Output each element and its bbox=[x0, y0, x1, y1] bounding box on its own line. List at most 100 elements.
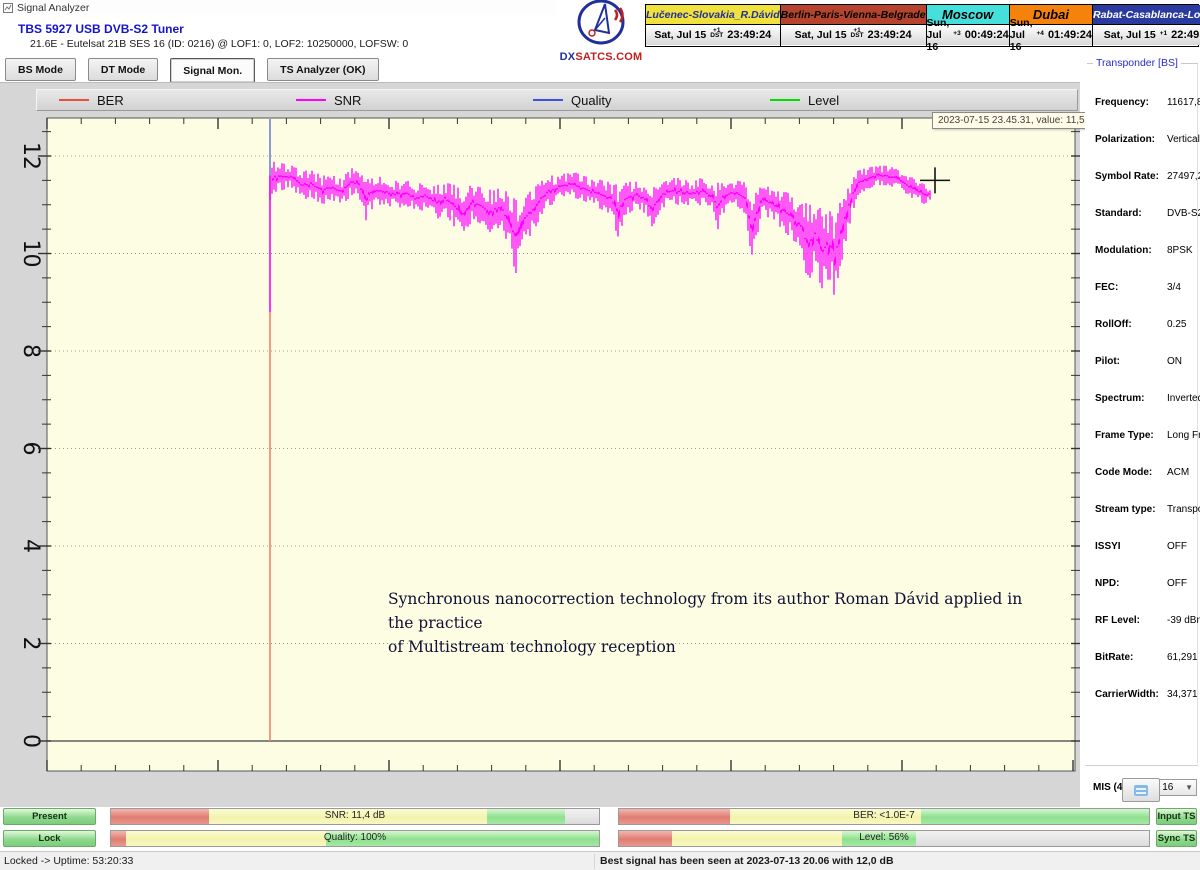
snr-chart[interactable]: 024681012 bbox=[0, 83, 1080, 807]
tp-field-label: Frequency: bbox=[1095, 97, 1167, 108]
tp-field-10: Code Mode:ACM bbox=[1095, 467, 1197, 481]
tp-field-value: ACM bbox=[1167, 467, 1189, 478]
clock-time: 23:49:24 bbox=[868, 29, 912, 41]
tp-field-value: 8PSK bbox=[1167, 245, 1193, 256]
stream-info-button[interactable] bbox=[1122, 778, 1160, 802]
clock-3: DubaiSun, Jul 16+401:49:24 bbox=[1010, 5, 1093, 46]
tp-field-2: Symbol Rate:27497,264 KS/s bbox=[1095, 171, 1197, 185]
bar-text: Quality: 100% bbox=[111, 832, 599, 843]
chart-tooltip: 2023-07-15 23.45.31, value: 11,5 bbox=[932, 112, 1091, 129]
clock-city: Rabat-Casablanca-London bbox=[1093, 5, 1200, 25]
snr-bar: SNR: 11,4 dB bbox=[110, 808, 600, 825]
tab-signal-mon-[interactable]: Signal Mon. bbox=[170, 58, 255, 83]
tp-field-12: ISSYIOFF bbox=[1095, 541, 1197, 555]
tab-dt-mode[interactable]: DT Mode bbox=[88, 58, 158, 81]
tab-ts-analyzer-ok-[interactable]: TS Analyzer (OK) bbox=[267, 58, 378, 81]
clock-0: Lučenec-Slovakia_R.DávidSat, Jul 15+1DST… bbox=[646, 5, 781, 46]
lock-button[interactable]: Lock bbox=[3, 830, 96, 847]
tuner-title: TBS 5927 USB DVB-S2 Tuner bbox=[18, 22, 184, 36]
tab-bs-mode[interactable]: BS Mode bbox=[5, 58, 76, 81]
status-bar: Locked -> Uptime: 53:20:33 Best signal h… bbox=[0, 851, 1200, 870]
tp-field-7: Pilot:ON bbox=[1095, 356, 1197, 370]
clock-date: Sun, Jul 16 bbox=[927, 17, 950, 53]
world-clocks: Lučenec-Slovakia_R.Dávid Sat, Jul 15 +1DST… bbox=[645, 4, 1199, 47]
clock-time-row: Sat, Jul 15 +1DST 23:49:24 bbox=[781, 25, 926, 45]
mis-select[interactable]: 16 ▼ bbox=[1158, 779, 1197, 796]
tp-field-1: Polarization:Vertical bbox=[1095, 134, 1197, 148]
panel-separator bbox=[1085, 765, 1198, 766]
level-bar: Level: 56% bbox=[618, 830, 1150, 847]
tp-field-label: Symbol Rate: bbox=[1095, 171, 1167, 182]
tp-field-label: NPD: bbox=[1095, 578, 1167, 589]
bar-text: Level: 56% bbox=[619, 832, 1149, 843]
sync-ts-button[interactable]: Sync TS bbox=[1156, 830, 1197, 847]
transponder-group-title: Transponder [BS] bbox=[1093, 57, 1181, 69]
clock-utc-offset: +1 bbox=[1160, 31, 1167, 36]
tp-field-3: Standard:DVB-S2 bbox=[1095, 208, 1197, 222]
clock-date: Sat, Jul 15 bbox=[654, 29, 706, 41]
clock-time: 23:49:24 bbox=[727, 29, 771, 41]
present-button[interactable]: Present bbox=[3, 808, 96, 825]
meter-row-2: Lock Quality: 100% Level: 56% Sync TS bbox=[0, 830, 1200, 849]
clock-time-row: Sun, Jul 16+300:49:24 bbox=[927, 25, 1009, 45]
clock-date: Sat, Jul 15 bbox=[1104, 29, 1156, 41]
window-title: Signal Analyzer bbox=[17, 2, 89, 14]
best-signal-status: Best signal has been seen at 2023-07-13 … bbox=[600, 855, 894, 867]
input-ts-button[interactable]: Input TS bbox=[1156, 808, 1197, 825]
signal-analyzer-window: Signal Analyzer TBS 5927 USB DVB-S2 Tune… bbox=[0, 0, 1200, 870]
transponder-panel: Transponder [BS] Frequency:11617,840 MHz… bbox=[1085, 55, 1200, 767]
tp-field-value: Inverted bbox=[1167, 393, 1200, 404]
tp-field-label: FEC: bbox=[1095, 282, 1167, 293]
tp-field-label: CarrierWidth: bbox=[1095, 689, 1167, 700]
tp-field-value: OFF bbox=[1167, 578, 1187, 589]
tp-field-6: RollOff:0.25 bbox=[1095, 319, 1197, 333]
tp-field-0: Frequency:11617,840 MHz bbox=[1095, 97, 1197, 111]
tp-field-value: 61,291 Mbit/s bbox=[1167, 652, 1200, 663]
tp-field-value: 11617,840 MHz bbox=[1167, 97, 1200, 108]
tp-field-9: Frame Type:Long Frame bbox=[1095, 430, 1197, 444]
clock-date: Sat, Jul 15 bbox=[795, 29, 847, 41]
tp-field-value: -39 dBm bbox=[1167, 615, 1200, 626]
uptime-status: Locked -> Uptime: 53:20:33 bbox=[4, 855, 133, 867]
stream-stack-icon bbox=[1134, 785, 1148, 796]
clock-utc-offset: +1DST bbox=[851, 28, 864, 38]
meter-row-1: Present SNR: 11,4 dB BER: <1.0E-7 Input … bbox=[0, 808, 1200, 827]
clock-utc-offset: +4 bbox=[1037, 31, 1044, 36]
plot-area bbox=[47, 118, 1075, 771]
quality-bar: Quality: 100% bbox=[110, 830, 600, 847]
tp-field-5: FEC:3/4 bbox=[1095, 282, 1197, 296]
tp-field-label: Frame Type: bbox=[1095, 430, 1167, 441]
ber-bar: BER: <1.0E-7 bbox=[618, 808, 1150, 825]
tp-field-label: Spectrum: bbox=[1095, 393, 1167, 404]
tp-field-label: Code Mode: bbox=[1095, 467, 1167, 478]
tp-field-label: Stream type: bbox=[1095, 504, 1167, 515]
tp-field-value: Vertical bbox=[1167, 134, 1200, 145]
tp-field-value: 3/4 bbox=[1167, 282, 1181, 293]
dxsatcs-logo: DXSATCS.COM bbox=[556, 0, 646, 60]
tp-field-16: CarrierWidth:34,371 MHz bbox=[1095, 689, 1197, 703]
bar-text: BER: <1.0E-7 bbox=[619, 810, 1149, 821]
clock-city: Lučenec-Slovakia_R.Dávid bbox=[646, 5, 780, 25]
tp-field-11: Stream type:Transport bbox=[1095, 504, 1197, 518]
transponder-groupbox: Frequency:11617,840 MHz Polarization:Vert… bbox=[1087, 63, 1198, 763]
tp-field-value: 0.25 bbox=[1167, 319, 1186, 330]
tp-field-value: ON bbox=[1167, 356, 1182, 367]
tp-field-value: DVB-S2 bbox=[1167, 208, 1200, 219]
tp-field-value: Long Frame bbox=[1167, 430, 1200, 441]
tp-field-4: Modulation:8PSK bbox=[1095, 245, 1197, 259]
chevron-down-icon: ▼ bbox=[1185, 783, 1193, 792]
clock-time-row: Sat, Jul 15+1DST23:49:24 bbox=[646, 25, 780, 45]
clock-time: 01:49:24 bbox=[1048, 29, 1092, 41]
chart-annotation: Synchronous nanocorrection technology fr… bbox=[388, 587, 1028, 659]
tp-field-8: Spectrum:Inverted bbox=[1095, 393, 1197, 407]
clock-date: Sun, Jul 16 bbox=[1010, 17, 1033, 53]
tp-field-label: Standard: bbox=[1095, 208, 1167, 219]
clock-1: Berlin-Paris-Vienna-BelgradeSat, Jul 15+… bbox=[781, 5, 927, 46]
bar-text: SNR: 11,4 dB bbox=[111, 810, 599, 821]
tp-field-label: Polarization: bbox=[1095, 134, 1167, 145]
clock-time: 00:49:24 bbox=[965, 29, 1009, 41]
clock-time-row: Sun, Jul 16+401:49:24 bbox=[1010, 25, 1092, 45]
tp-field-label: BitRate: bbox=[1095, 652, 1167, 663]
clock-time-row: Sat, Jul 15+122:49:24 bbox=[1093, 25, 1200, 45]
tp-field-value: 34,371 MHz bbox=[1167, 689, 1200, 700]
